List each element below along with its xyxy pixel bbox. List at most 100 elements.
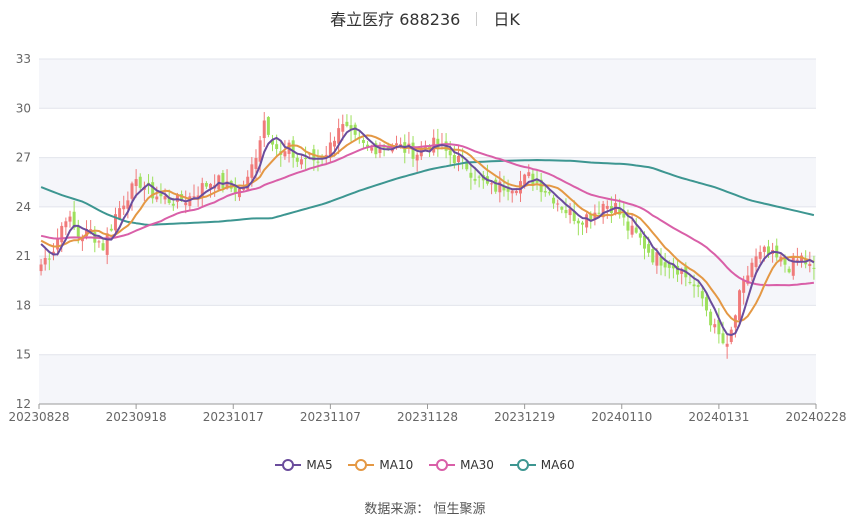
candle-body [39, 264, 43, 272]
candle-body [704, 297, 708, 311]
legend: MA5 MA10 MA30 MA60 [0, 458, 850, 474]
x-tick-label: 20230828 [8, 410, 69, 424]
candle-body [663, 262, 667, 268]
candle-body [787, 268, 791, 273]
candle-body [101, 243, 105, 251]
candle-body [118, 208, 122, 219]
candle-body [547, 192, 551, 194]
candle-body [696, 285, 700, 287]
candle-body [754, 256, 758, 268]
candle-body [762, 246, 766, 252]
x-tick-label: 20240228 [785, 410, 846, 424]
candle-body [283, 151, 287, 157]
candle-body [370, 147, 374, 151]
candle-body [808, 263, 812, 267]
legend-label-ma10: MA10 [379, 458, 414, 472]
candle-body [783, 258, 787, 265]
candle-body [721, 333, 725, 344]
candle-body [535, 180, 539, 183]
candle-body [204, 183, 208, 187]
legend-marker-ma5 [275, 459, 302, 471]
legend-item-ma60[interactable]: MA60 [509, 458, 575, 472]
data-source: 数据来源： 恒生聚源 [364, 502, 486, 517]
candle-body [564, 209, 568, 214]
candle-body [64, 221, 68, 228]
candle-body [692, 284, 696, 287]
y-axis: 12 15 18 21 24 27 30 33 [16, 52, 31, 411]
legend-item-ma30[interactable]: MA30 [429, 458, 494, 472]
candle-body [171, 203, 175, 206]
candle-body [291, 140, 295, 158]
candle-body [700, 291, 704, 299]
candle-body [304, 158, 308, 160]
candle-body [473, 178, 477, 181]
candle-body [556, 203, 560, 205]
candle-body [597, 212, 601, 214]
candle-body [76, 226, 80, 238]
legend-label-ma30: MA30 [460, 458, 494, 472]
candle-body [262, 120, 266, 139]
candle-body [47, 258, 51, 260]
y-tick-label: 18 [16, 298, 31, 312]
y-tick-label: 15 [16, 348, 31, 362]
candle-body [713, 324, 717, 328]
candle-body [361, 140, 365, 143]
candle-body [742, 280, 746, 293]
candle-body [299, 159, 303, 165]
x-tick-label: 20231017 [203, 410, 264, 424]
y-tick-label: 33 [16, 52, 31, 66]
candle-body [43, 257, 47, 265]
candle-body [527, 172, 531, 177]
y-tick-label: 21 [16, 249, 31, 263]
candle-body [184, 202, 188, 206]
candle-body [345, 121, 349, 126]
candle-body [295, 157, 299, 162]
x-axis: 20230828 20230918 20231017 20231107 20231128… [8, 403, 847, 424]
grid-band [39, 59, 816, 109]
candle-body [395, 143, 398, 146]
candle-body [514, 190, 518, 194]
candle-body [448, 150, 452, 156]
candle-body [605, 205, 609, 209]
candle-body [130, 183, 134, 199]
candle-body [709, 311, 713, 326]
candle-body [333, 140, 336, 147]
legend-marker-ma60 [509, 459, 536, 471]
candle-body [97, 241, 101, 243]
legend-label-ma5: MA5 [306, 458, 333, 472]
candle-body [795, 259, 799, 261]
candle-body [647, 244, 651, 253]
candle-body [109, 228, 113, 231]
candle-body [477, 176, 481, 178]
candle-body [490, 183, 494, 185]
candle-body [134, 179, 138, 187]
candle-body [452, 155, 456, 164]
legend-item-ma10[interactable]: MA10 [348, 458, 413, 472]
candle-body [651, 249, 655, 263]
candle-body [163, 196, 167, 200]
candle-body [122, 205, 126, 210]
grid-lines [39, 58, 816, 405]
candle-body [634, 227, 638, 233]
legend-item-ma5[interactable]: MA5 [275, 458, 333, 472]
legend-marker-ma10 [348, 459, 375, 471]
candle-body [560, 206, 564, 210]
candle-body [750, 262, 754, 278]
candle-body [725, 343, 729, 347]
candle-body [494, 179, 498, 192]
candle-body [254, 158, 258, 169]
candle-body [275, 144, 279, 150]
grid-bands [39, 59, 816, 404]
candle-body [341, 124, 345, 132]
candle-body [266, 117, 270, 135]
candle-body [642, 235, 646, 249]
candle-body [316, 161, 320, 163]
candle-body [585, 214, 589, 228]
x-tick-label: 20240131 [688, 410, 749, 424]
candle-body [68, 216, 72, 222]
candle-body [812, 267, 816, 269]
candle-body [155, 196, 159, 200]
y-tick-label: 27 [16, 151, 31, 165]
y-tick-label: 12 [16, 397, 31, 411]
candle-body [738, 290, 742, 321]
